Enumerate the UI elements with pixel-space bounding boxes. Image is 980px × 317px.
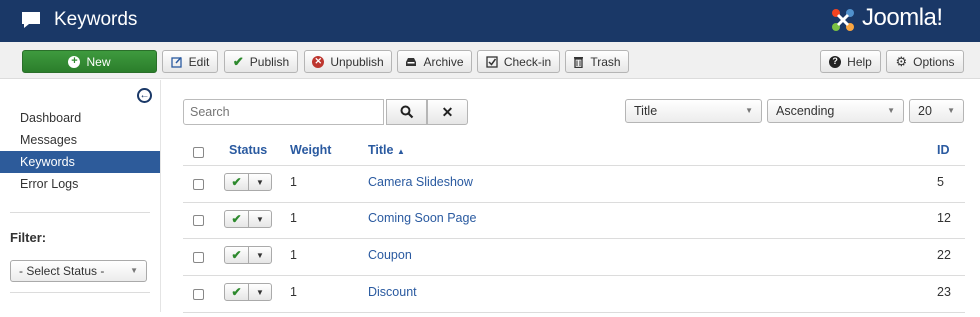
sidebar-item-messages[interactable]: Messages [0,129,160,151]
row-checkbox[interactable] [193,215,204,226]
sort-direction-value: Ascending [776,104,835,118]
published-check-icon[interactable]: ✔ [225,174,249,190]
caret-down-icon: ▼ [130,266,138,275]
publish-label: Publish [249,54,290,69]
new-label: New [86,54,111,69]
status-filter-value: - Select Status - [19,264,105,278]
close-icon: ✕ [441,103,454,120]
search-button[interactable] [386,99,427,125]
publish-button[interactable]: ✔ Publish [224,50,298,73]
caret-down-icon[interactable]: ▼ [249,174,271,190]
row-weight: 1 [290,211,297,225]
row-id: 12 [937,211,951,225]
status-toggle[interactable]: ✔ ▼ [224,283,272,301]
row-weight: 1 [290,285,297,299]
help-button[interactable]: ? Help [820,50,881,73]
published-check-icon[interactable]: ✔ [225,247,249,263]
sidebar-border [160,80,161,312]
row-checkbox[interactable] [193,289,204,300]
check-icon: ✔ [232,54,244,69]
plus-icon: + [68,55,81,68]
row-title-link[interactable]: Coupon [368,248,412,262]
table-divider [183,165,965,166]
list-limit-value: 20 [918,104,932,118]
caret-down-icon[interactable]: ▼ [249,211,271,227]
sort-field-value: Title [634,104,658,118]
trash-icon [573,56,584,68]
checkin-button[interactable]: Check-in [477,50,560,73]
column-header-title-label: Title [368,143,394,157]
sidebar-item-keywords[interactable]: Keywords [0,151,160,173]
question-icon: ? [829,55,842,68]
status-toggle[interactable]: ✔ ▼ [224,173,272,191]
page-title: Keywords [54,9,138,30]
trash-label: Trash [590,54,621,69]
options-label: Options [913,54,955,69]
search-input[interactable] [183,99,384,125]
table-divider [183,238,965,239]
row-checkbox[interactable] [193,179,204,190]
trash-button[interactable]: Trash [565,50,629,73]
column-header-id[interactable]: ID [937,143,950,157]
unpublish-label: Unpublish [330,54,384,69]
row-weight: 1 [290,175,297,189]
column-header-status[interactable]: Status [229,143,267,157]
checkin-label: Check-in [503,54,552,69]
caret-down-icon[interactable]: ▼ [249,284,271,300]
sidebar-item-error-logs[interactable]: Error Logs [0,173,160,195]
select-all-checkbox[interactable] [193,147,204,158]
sort-asc-icon: ▲ [396,147,405,156]
sort-direction-select[interactable]: Ascending ▼ [767,99,904,123]
joomla-logo-text: Joomla! [862,4,943,31]
table-divider [183,275,965,276]
row-id: 5 [937,175,944,189]
row-weight: 1 [290,248,297,262]
sidebar-item-dashboard[interactable]: Dashboard [0,107,160,129]
status-filter-select[interactable]: - Select Status - ▼ [10,260,147,282]
joomla-logo-icon [832,9,854,31]
help-label: Help [847,54,872,69]
column-header-title[interactable]: Title ▲ [368,143,405,157]
edit-label: Edit [188,54,210,69]
sidebar-divider [10,212,150,213]
row-title-link[interactable]: Coming Soon Page [368,211,476,225]
checkbox-icon [486,55,498,68]
sidebar-collapse-icon[interactable]: ← [137,88,152,103]
list-limit-select[interactable]: 20 ▼ [909,99,964,123]
column-header-weight[interactable]: Weight [290,143,331,157]
status-toggle[interactable]: ✔ ▼ [224,210,272,228]
caret-down-icon: ▼ [887,106,895,115]
search-icon [400,105,413,119]
table-divider [183,202,965,203]
caret-down-icon: ▼ [745,106,753,115]
caret-down-icon: ▼ [947,106,955,115]
row-id: 23 [937,285,951,299]
row-id: 22 [937,248,951,262]
app-header: Keywords Joomla! [0,0,980,42]
gear-icon: ⚙ [895,54,908,69]
published-check-icon[interactable]: ✔ [225,284,249,300]
new-button[interactable]: + New [22,50,157,73]
edit-icon [171,56,183,68]
sidebar-divider [10,292,150,293]
edit-button[interactable]: Edit [162,50,218,73]
table-divider [183,312,965,313]
archive-button[interactable]: Archive [397,50,472,73]
filter-label: Filter: [10,230,47,245]
caret-down-icon[interactable]: ▼ [249,247,271,263]
published-check-icon[interactable]: ✔ [225,211,249,227]
comment-icon [22,12,40,28]
archive-label: Archive [423,54,464,69]
unpublish-button[interactable]: ✕ Unpublish [304,50,392,73]
sort-field-select[interactable]: Title ▼ [625,99,762,123]
row-checkbox[interactable] [193,252,204,263]
times-circle-icon: ✕ [312,55,325,68]
row-title-link[interactable]: Discount [368,285,417,299]
archive-icon [405,57,417,67]
row-title-link[interactable]: Camera Slideshow [368,175,473,189]
options-button[interactable]: ⚙ Options [886,50,964,73]
clear-button[interactable]: ✕ [427,99,468,125]
status-toggle[interactable]: ✔ ▼ [224,246,272,264]
toolbar: + New Edit ✔ Publish ✕ Unpublish Archive… [0,42,980,79]
